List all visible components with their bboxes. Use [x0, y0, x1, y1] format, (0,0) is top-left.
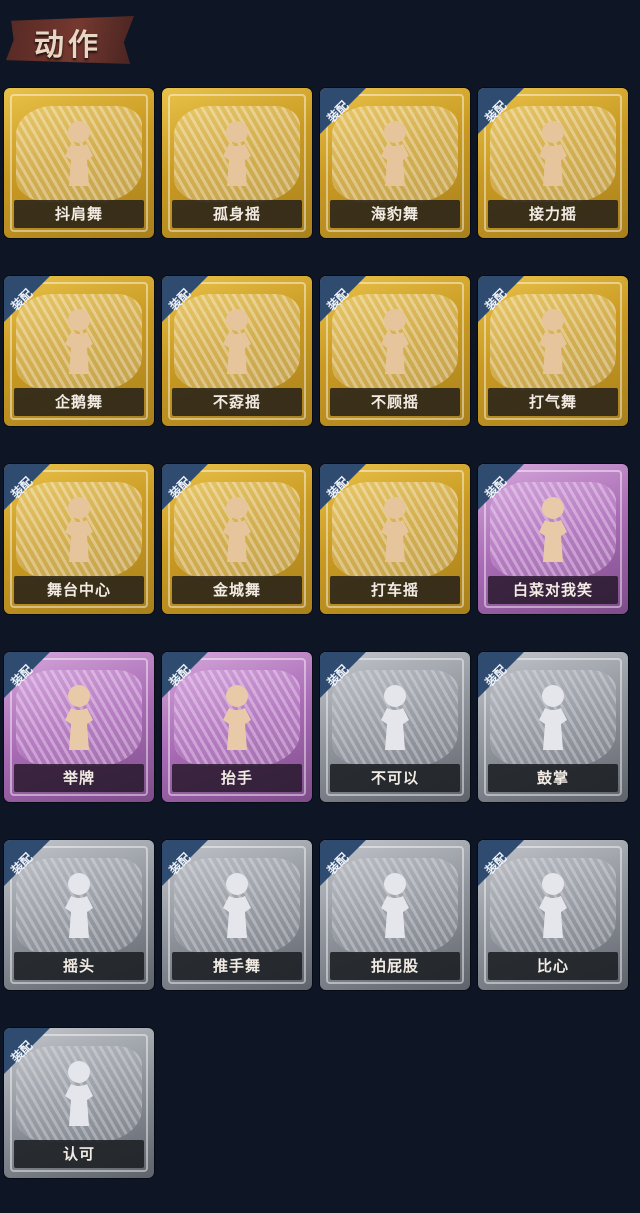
emote-card[interactable]: 比心 装配 — [478, 840, 628, 990]
emote-card[interactable]: 金城舞 装配 — [162, 464, 312, 614]
emote-card[interactable]: 接力摇 装配 — [478, 88, 628, 238]
emote-name: 抖肩舞 — [54, 205, 103, 223]
emote-figure-icon — [223, 121, 251, 186]
emote-figure-icon — [65, 121, 93, 186]
emote-name: 鼓掌 — [536, 769, 569, 787]
emote-card[interactable]: 海豹舞 装配 — [320, 88, 470, 238]
equipped-badge: 装配 — [4, 464, 64, 528]
emote-name: 推手舞 — [212, 957, 261, 975]
equipped-badge: 装配 — [162, 840, 222, 904]
emote-name: 不可以 — [370, 769, 419, 787]
emote-name: 金城舞 — [212, 581, 261, 599]
equipped-badge: 装配 — [478, 840, 538, 904]
equipped-badge: 装配 — [4, 840, 64, 904]
equipped-badge: 装配 — [320, 464, 380, 528]
emote-card[interactable]: 推手舞 装配 — [162, 840, 312, 990]
emote-name: 企鹅舞 — [54, 393, 103, 411]
emote-name: 不顾摇 — [370, 393, 419, 411]
equipped-badge: 装配 — [4, 652, 64, 716]
emote-name: 比心 — [536, 957, 569, 975]
emote-card[interactable]: 举牌 装配 — [4, 652, 154, 802]
emote-name: 接力摇 — [528, 205, 577, 223]
emote-card[interactable]: 抬手 装配 — [162, 652, 312, 802]
emote-name: 举牌 — [62, 769, 95, 787]
equipped-badge: 装配 — [478, 652, 538, 716]
equipped-badge: 装配 — [478, 88, 538, 152]
emote-name: 孤身摇 — [212, 205, 261, 223]
emote-card[interactable]: 抖肩舞 — [4, 88, 154, 238]
emote-name: 不孬摇 — [212, 393, 261, 411]
equipped-badge: 装配 — [162, 276, 222, 340]
equipped-badge: 装配 — [162, 464, 222, 528]
equipped-badge: 装配 — [162, 652, 222, 716]
equipped-badge: 装配 — [320, 652, 380, 716]
emote-card[interactable]: 打气舞 装配 — [478, 276, 628, 426]
equipped-badge: 装配 — [320, 276, 380, 340]
equipped-badge: 装配 — [478, 276, 538, 340]
emote-name: 海豹舞 — [370, 205, 419, 223]
emote-name: 摇头 — [62, 957, 95, 975]
section-header: 动作 — [6, 10, 136, 72]
emote-name: 白菜对我笑 — [512, 581, 593, 599]
emote-card[interactable]: 不孬摇 装配 — [162, 276, 312, 426]
emote-card[interactable]: 拍屁股 装配 — [320, 840, 470, 990]
emote-name: 打气舞 — [528, 393, 577, 411]
emote-grid: 抖肩舞 孤身摇 海豹舞 装配 接力摇 装配 企鹅舞 装配 不孬摇 装配 不顾摇 装配 打气舞 装配 舞台中心… — [4, 88, 628, 1178]
section-title: 动作 — [34, 28, 102, 63]
emote-card[interactable]: 企鹅舞 装配 — [4, 276, 154, 426]
emote-card[interactable]: 打车摇 装配 — [320, 464, 470, 614]
equipped-badge: 装配 — [478, 464, 538, 528]
emote-card[interactable]: 舞台中心 装配 — [4, 464, 154, 614]
emote-name: 认可 — [62, 1145, 95, 1163]
emote-card[interactable]: 摇头 装配 — [4, 840, 154, 990]
emote-name: 抬手 — [220, 769, 253, 787]
emote-name: 打车摇 — [370, 581, 419, 599]
equipped-badge: 装配 — [320, 88, 380, 152]
equipped-badge: 装配 — [4, 276, 64, 340]
emote-card[interactable]: 鼓掌 装配 — [478, 652, 628, 802]
emote-card[interactable]: 白菜对我笑 装配 — [478, 464, 628, 614]
equipped-badge: 装配 — [320, 840, 380, 904]
emote-name: 拍屁股 — [370, 957, 419, 975]
emote-card[interactable]: 不可以 装配 — [320, 652, 470, 802]
emote-card[interactable]: 孤身摇 — [162, 88, 312, 238]
emote-card[interactable]: 不顾摇 装配 — [320, 276, 470, 426]
emote-card[interactable]: 认可 装配 — [4, 1028, 154, 1178]
emote-name: 舞台中心 — [46, 581, 111, 599]
equipped-badge: 装配 — [4, 1028, 64, 1092]
